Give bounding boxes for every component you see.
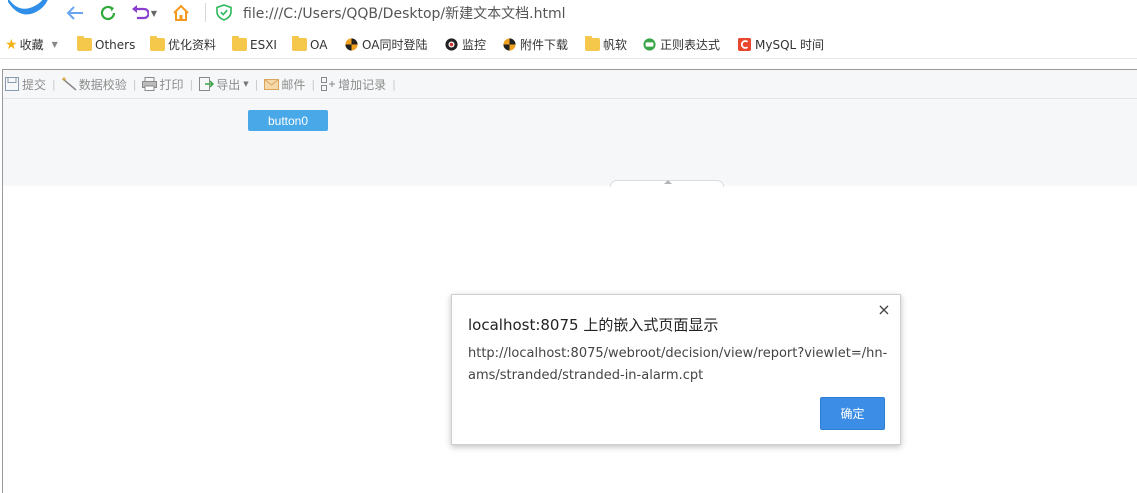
add-record-label: 增加记录 <box>338 77 387 92</box>
bookmark-oa-login[interactable]: OA同时登陆 <box>344 36 427 53</box>
toolbar-separator: | <box>189 77 194 91</box>
bookmark-optimization[interactable]: 优化资料 <box>150 36 216 53</box>
monitor-site-icon <box>445 38 458 51</box>
add-row-icon <box>321 77 336 91</box>
folder-icon <box>150 36 165 51</box>
bookmark-regex[interactable]: 正则表达式 <box>642 36 720 53</box>
button0[interactable]: button0 <box>248 110 328 131</box>
home-icon <box>173 4 189 21</box>
wand-icon <box>61 77 77 91</box>
printer-icon <box>142 77 158 91</box>
validate-button[interactable]: 数据校验 <box>61 74 127 94</box>
bookmark-oa[interactable]: OA <box>292 36 327 53</box>
mail-label: 邮件 <box>281 77 306 92</box>
undo-icon <box>131 5 149 20</box>
add-record-button[interactable]: 增加记录 <box>321 74 386 94</box>
url-field[interactable]: file:///C:/Users/QQB/Desktop/新建文本文档.html <box>243 3 565 23</box>
dropdown-caret-icon: ▼ <box>150 8 158 18</box>
bookmark-label: 正则表达式 <box>660 38 721 52</box>
mail-icon <box>264 79 280 90</box>
toolbar-separator: | <box>132 77 137 91</box>
address-bar: ▼ file:///C:/Users/QQB/Desktop/新建文本文档.ht… <box>0 0 1137 27</box>
bookmark-label: 监控 <box>462 38 487 52</box>
ok-button[interactable]: 确定 <box>820 397 885 430</box>
oa-site-icon <box>503 38 516 51</box>
refresh-button[interactable] <box>97 2 119 24</box>
refresh-icon <box>100 5 116 21</box>
save-icon <box>5 77 19 91</box>
bookmark-label: ESXI <box>250 37 277 52</box>
folder-icon <box>585 36 600 51</box>
undo-close-button[interactable]: ▼ <box>128 2 160 24</box>
toolbar-separator: | <box>254 77 259 91</box>
mail-button[interactable]: 邮件 <box>264 74 305 94</box>
back-arrow-icon <box>66 6 83 20</box>
folder-icon <box>77 36 92 51</box>
print-label: 打印 <box>159 77 184 92</box>
bookmark-label: 帆软 <box>603 38 628 52</box>
collapse-arrow-icon <box>664 180 672 184</box>
submit-label: 提交 <box>22 77 47 92</box>
report-header-area: 提交 | 数据校验 | 打印 | 导出 ▼ | 邮件 | 增加记录 | butt… <box>3 70 1137 187</box>
star-icon: ★ <box>5 36 18 53</box>
regex-site-icon <box>643 38 656 51</box>
export-icon <box>199 77 215 91</box>
browser-logo-icon <box>8 0 48 15</box>
alert-dialog: localhost:8075 上的嵌入式页面显示 × http://localh… <box>451 294 901 445</box>
dialog-title: localhost:8075 上的嵌入式页面显示 <box>468 316 719 334</box>
bookmark-label: MySQL 时间 <box>755 38 825 52</box>
bookmark-label: OA同时登陆 <box>362 38 428 52</box>
export-button[interactable]: 导出 ▼ <box>199 74 249 94</box>
bookmark-label: OA <box>310 37 328 52</box>
close-icon[interactable]: × <box>876 301 892 319</box>
print-button[interactable]: 打印 <box>142 74 183 94</box>
csdn-site-icon <box>738 38 751 51</box>
bookmark-esxi[interactable]: ESXI <box>232 36 277 53</box>
chevron-down-icon: ▼ <box>51 40 58 49</box>
bookmark-fanruan[interactable]: 帆软 <box>585 36 627 53</box>
bookmark-monitor[interactable]: 监控 <box>444 36 486 53</box>
bookmark-mysql-time[interactable]: MySQL 时间 <box>737 36 824 53</box>
favorites-button[interactable]: ★ 收藏 ▼ <box>5 36 58 53</box>
favorites-label: 收藏 <box>19 38 44 52</box>
folder-icon <box>232 36 247 51</box>
toolbar-separator: | <box>311 77 316 91</box>
collapse-toggle[interactable] <box>610 180 724 187</box>
bookmark-label: Others <box>95 37 136 52</box>
back-button[interactable] <box>64 2 86 24</box>
home-button[interactable] <box>170 2 192 24</box>
export-label: 导出 <box>216 77 241 92</box>
security-shield-icon <box>216 4 232 21</box>
bookmark-others[interactable]: Others <box>77 36 135 53</box>
submit-button[interactable]: 提交 <box>5 74 46 94</box>
toolbar-separator: | <box>392 77 396 91</box>
bookmark-label: 附件下载 <box>520 38 569 52</box>
bookmark-attachment-download[interactable]: 附件下载 <box>502 36 568 53</box>
chevron-down-icon: ▼ <box>243 80 249 88</box>
oa-site-icon <box>345 38 358 51</box>
folder-icon <box>292 36 307 51</box>
dialog-message: http://localhost:8075/webroot/decision/v… <box>468 346 888 383</box>
toolbar-separator: | <box>52 77 56 91</box>
validate-label: 数据校验 <box>78 77 127 92</box>
bookmark-label: 优化资料 <box>168 38 217 52</box>
divider <box>205 3 206 22</box>
report-toolbar: 提交 | 数据校验 | 打印 | 导出 ▼ | 邮件 | 增加记录 | <box>3 70 1137 99</box>
bookmarks-bar: ★ 收藏 ▼ Others 优化资料 ESXI OA OA同时登陆 监控 附件下… <box>0 30 1137 59</box>
